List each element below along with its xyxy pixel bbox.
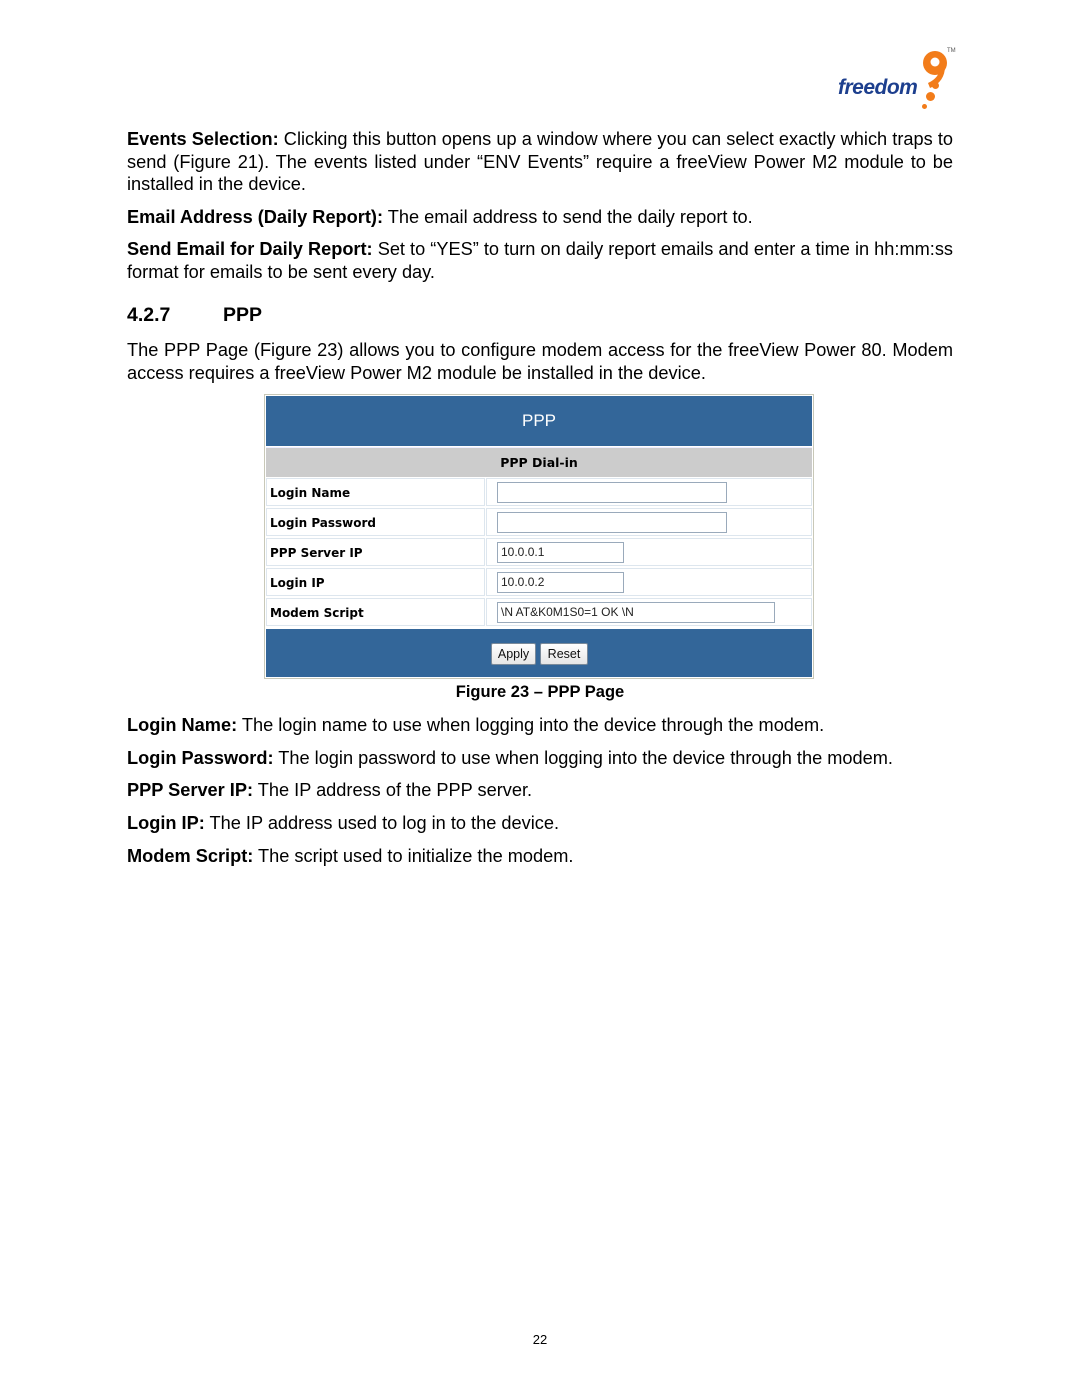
term: PPP Server IP: — [127, 780, 254, 800]
login-name-cell — [486, 478, 812, 506]
term: Login Password: — [127, 748, 274, 768]
freedom9-logo: freedom TM — [834, 46, 959, 114]
form-row-ppp-server-ip: PPP Server IP 10.0.0.1 — [266, 538, 812, 568]
term: Login Name: — [127, 715, 238, 735]
login-ip-input[interactable]: 10.0.0.2 — [497, 572, 624, 593]
modem-script-input[interactable]: \N AT&K0M1S0=1 OK \N — [497, 602, 775, 623]
reset-button[interactable]: Reset — [540, 643, 588, 665]
ppp-dialin-header: PPP Dial-in — [266, 447, 812, 477]
term: Modem Script: — [127, 846, 254, 866]
ppp-server-ip-input[interactable]: 10.0.0.1 — [497, 542, 624, 563]
login-password-cell — [486, 508, 812, 536]
logo-dot — [922, 104, 927, 109]
section-heading: 4.2.7 PPP — [127, 304, 262, 327]
description: The IP address used to log in to the dev… — [204, 813, 560, 833]
modem-script-cell: \N AT&K0M1S0=1 OK \N — [486, 598, 812, 626]
ppp-panel-title: PPP — [266, 396, 812, 446]
definition-modem-script: Modem Script: The script used to initial… — [127, 845, 953, 868]
login-password-input[interactable] — [497, 512, 727, 533]
ppp-form-footer: Apply Reset — [266, 629, 812, 677]
section-number: 4.2.7 — [127, 304, 171, 326]
logo-dot — [932, 82, 939, 89]
form-row-modem-script: Modem Script \N AT&K0M1S0=1 OK \N — [266, 598, 812, 628]
paragraph-send-email: Send Email for Daily Report: Set to “YES… — [127, 238, 953, 283]
logo-dot — [926, 92, 935, 101]
ppp-server-ip-cell: 10.0.0.1 — [486, 538, 812, 566]
term: Events Selection: — [127, 129, 279, 149]
login-ip-cell: 10.0.0.2 — [486, 568, 812, 596]
description: The script used to initialize the modem. — [253, 846, 574, 866]
login-name-input[interactable] — [497, 482, 727, 503]
form-row-login-password: Login Password — [266, 508, 812, 538]
description: The IP address of the PPP server. — [253, 780, 533, 800]
modem-script-label: Modem Script — [266, 598, 485, 626]
login-name-label: Login Name — [266, 478, 485, 506]
term: Send Email for Daily Report: — [127, 239, 373, 259]
ppp-server-ip-label: PPP Server IP — [266, 538, 485, 566]
paragraph-events-selection: Events Selection: Clicking this button o… — [127, 128, 953, 196]
paragraph-email-address: Email Address (Daily Report): The email … — [127, 206, 953, 229]
figure-caption: Figure 23 – PPP Page — [455, 683, 625, 701]
logo-text: freedom — [838, 76, 918, 99]
description: The login name to use when logging into … — [237, 715, 825, 735]
definition-ppp-server-ip: PPP Server IP: The IP address of the PPP… — [127, 779, 953, 802]
term: Email Address (Daily Report): — [127, 207, 384, 227]
term: Login IP: — [127, 813, 205, 833]
definition-login-name: Login Name: The login name to use when l… — [127, 714, 953, 737]
logo-trademark: TM — [947, 48, 956, 54]
definition-login-ip: Login IP: The IP address used to log in … — [127, 812, 953, 835]
form-row-login-name: Login Name — [266, 478, 812, 508]
login-ip-label: Login IP — [266, 568, 485, 596]
ppp-figure: PPP PPP Dial-in Login Name Login Passwor… — [264, 394, 814, 679]
form-row-login-ip: Login IP 10.0.0.2 — [266, 568, 812, 598]
description: The email address to send the daily repo… — [383, 207, 753, 227]
description: The login password to use when logging i… — [273, 748, 893, 768]
login-password-label: Login Password — [266, 508, 485, 536]
section-intro: The PPP Page (Figure 23) allows you to c… — [127, 340, 953, 383]
section-title: PPP — [223, 304, 263, 326]
apply-button[interactable]: Apply — [491, 643, 536, 665]
definition-login-password: Login Password: The login password to us… — [127, 747, 953, 770]
page-number: 22 — [532, 1332, 548, 1347]
